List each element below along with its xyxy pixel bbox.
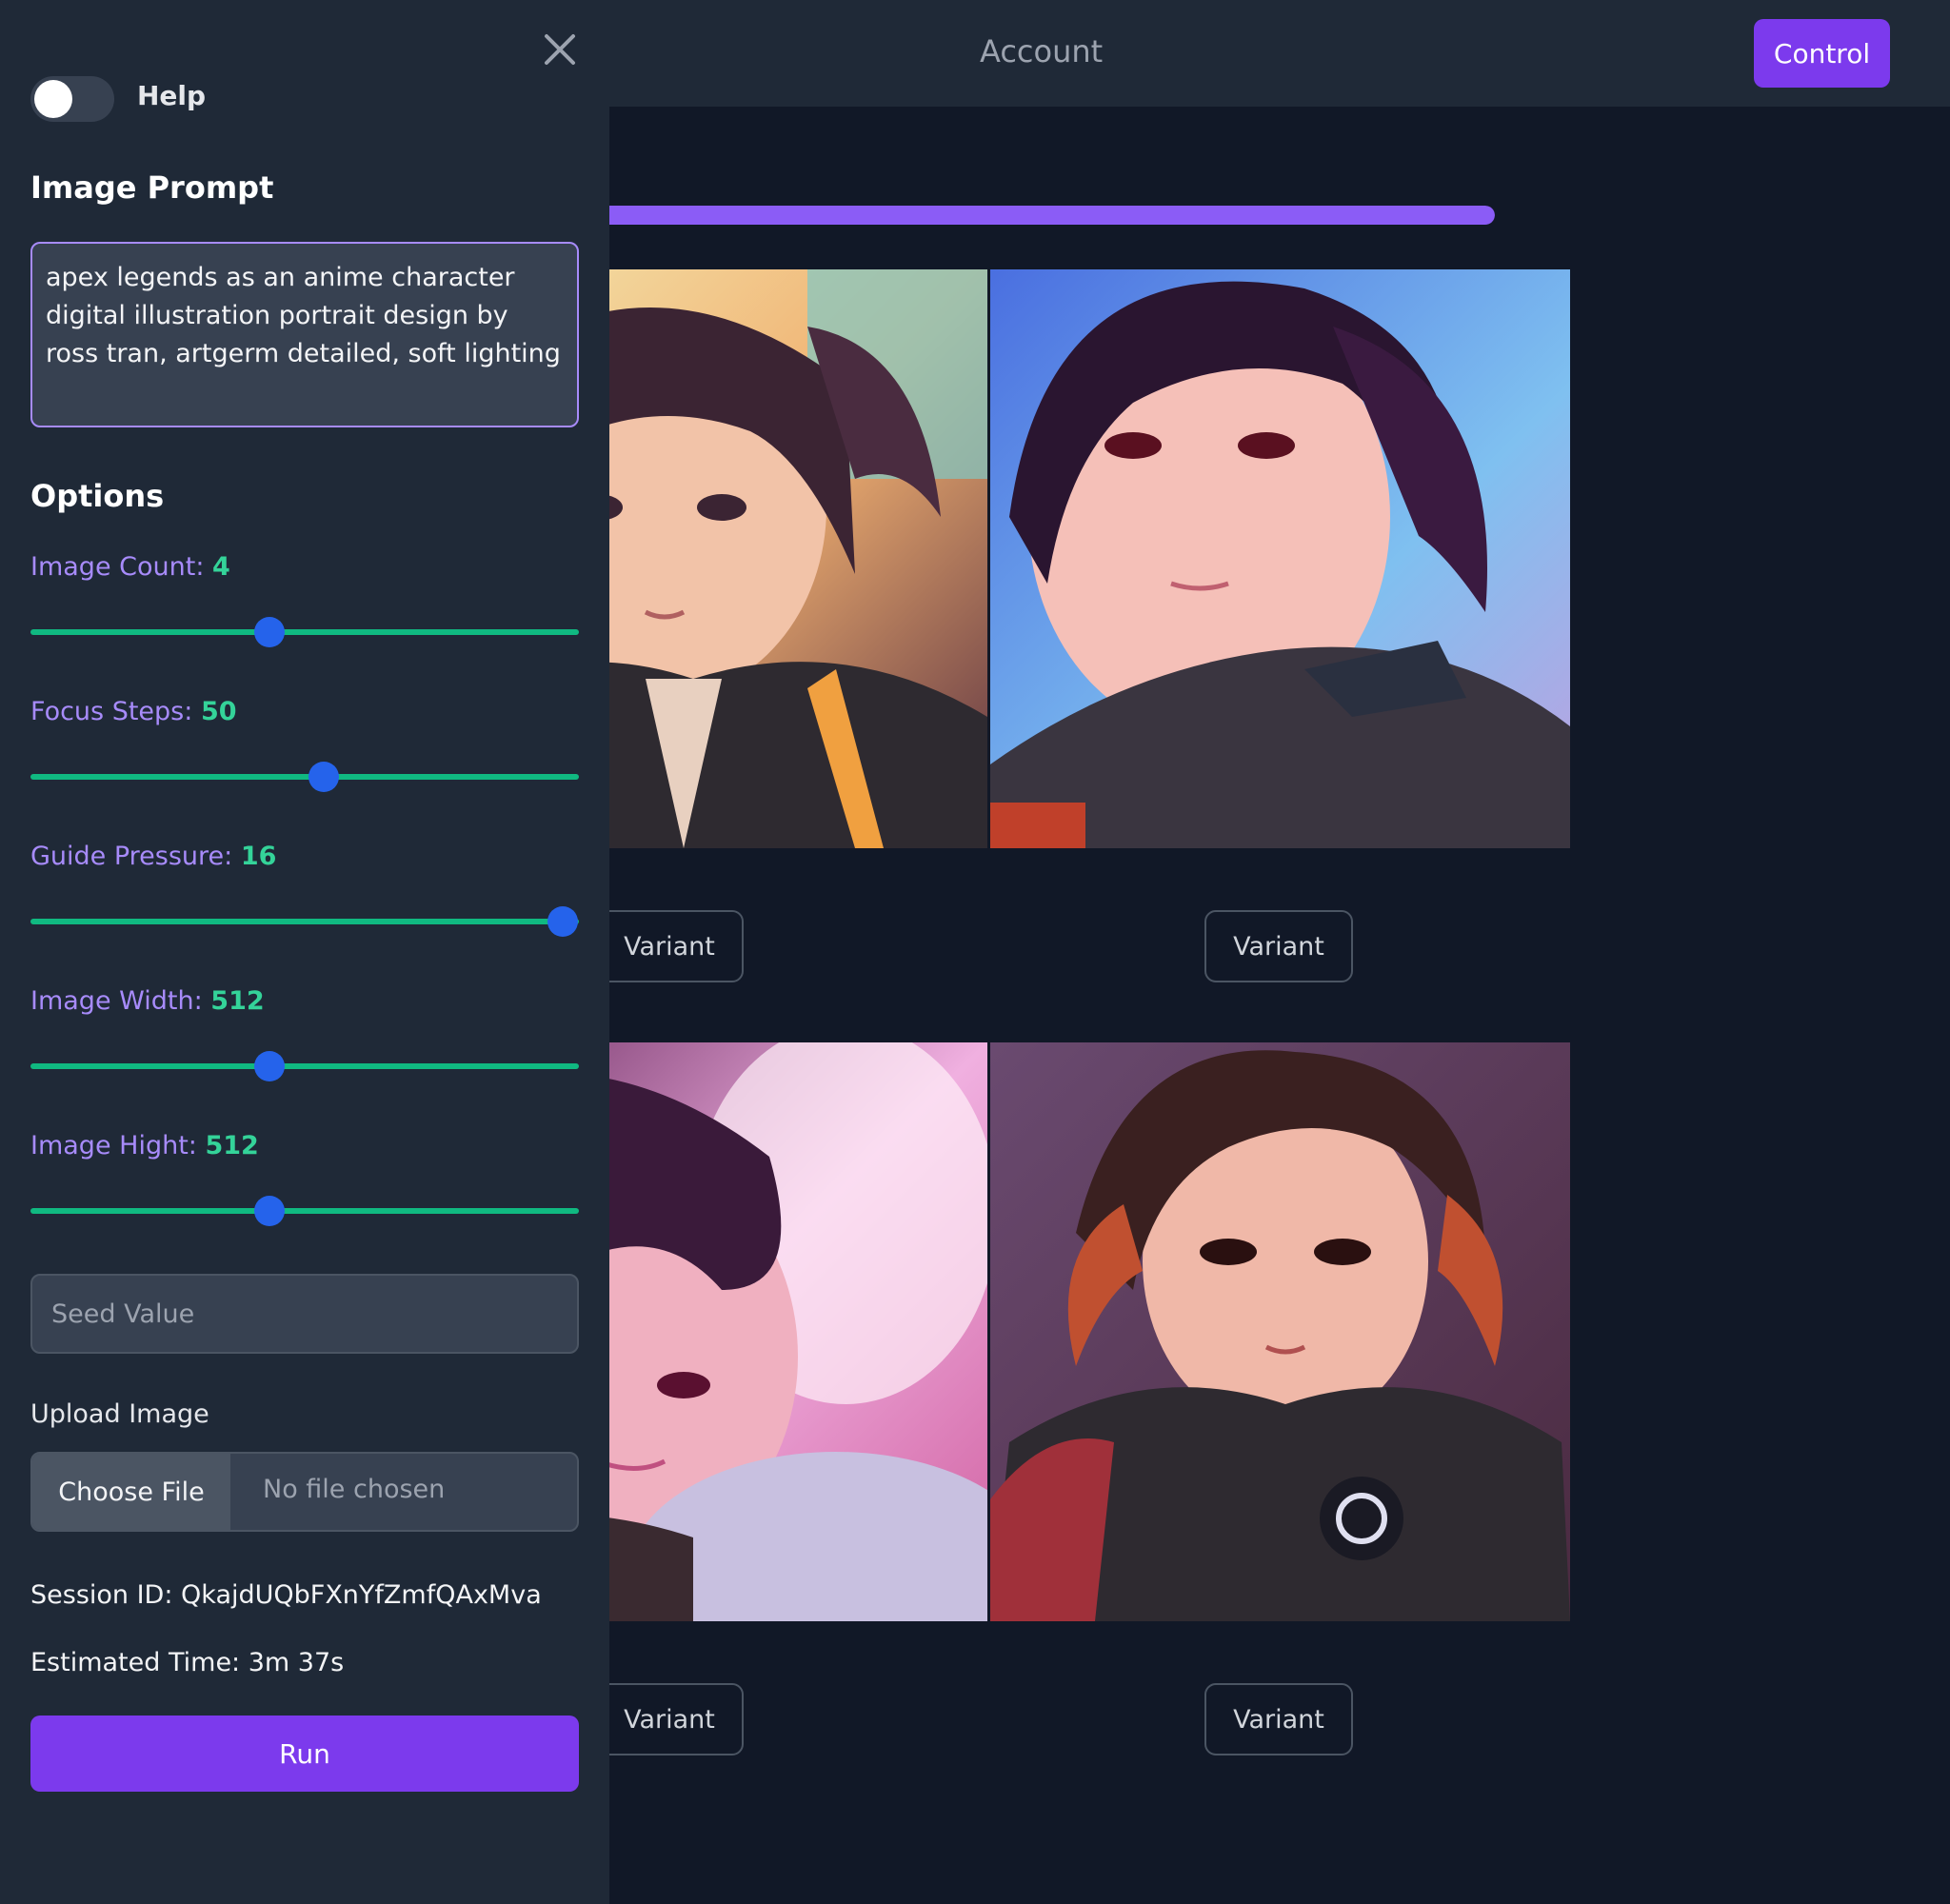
guide-pressure-label: Guide Pressure: 16 bbox=[30, 842, 276, 871]
option-value: 512 bbox=[210, 986, 265, 1016]
session-id-text: Session ID: QkajdUQbFXnYfZmfQAxMva bbox=[30, 1580, 542, 1610]
slider-track bbox=[30, 919, 579, 924]
option-label-text: Image Hight: bbox=[30, 1131, 197, 1160]
prompt-textarea[interactable]: apex legends as an anime character digit… bbox=[30, 242, 579, 427]
progress-bar bbox=[590, 206, 1495, 225]
slider-thumb[interactable] bbox=[547, 906, 578, 937]
slider-thumb[interactable] bbox=[253, 1051, 285, 1081]
slider-track bbox=[30, 1063, 579, 1069]
slider-track bbox=[30, 1208, 579, 1214]
slider-track bbox=[30, 629, 579, 635]
anime-portrait-image bbox=[990, 269, 1570, 848]
variant-button[interactable]: Variant bbox=[595, 910, 744, 982]
slider-thumb[interactable] bbox=[308, 762, 340, 792]
image-height-slider[interactable] bbox=[30, 1196, 579, 1226]
file-upload-field[interactable]: Choose File No file chosen bbox=[30, 1452, 579, 1532]
run-button[interactable]: Run bbox=[30, 1716, 579, 1792]
option-value: 50 bbox=[200, 697, 237, 726]
slider-thumb[interactable] bbox=[253, 617, 285, 647]
seed-value-input[interactable] bbox=[30, 1274, 579, 1354]
option-value: 4 bbox=[212, 552, 230, 582]
slider-track bbox=[30, 774, 579, 780]
close-icon[interactable] bbox=[543, 32, 577, 67]
option-label-text: Image Width: bbox=[30, 986, 203, 1016]
estimated-time-text: Estimated Time: 3m 37s bbox=[30, 1648, 345, 1677]
account-link[interactable]: Account bbox=[980, 33, 1103, 69]
choose-file-button[interactable]: Choose File bbox=[32, 1454, 230, 1530]
focus-steps-slider[interactable] bbox=[30, 762, 579, 792]
app-page: Account Control Variant Variant Variant … bbox=[0, 0, 1950, 1904]
option-label-text: Focus Steps: bbox=[30, 697, 193, 726]
option-value: 16 bbox=[240, 842, 277, 871]
variant-button[interactable]: Variant bbox=[1204, 910, 1353, 982]
option-label-text: Image Count: bbox=[30, 552, 205, 582]
options-sidebar: Help Image Prompt apex legends as an ani… bbox=[0, 0, 609, 1904]
generated-image-4[interactable] bbox=[990, 1042, 1570, 1621]
file-name-text: No file chosen bbox=[263, 1475, 446, 1504]
generated-image-2[interactable] bbox=[990, 269, 1570, 848]
help-label: Help bbox=[137, 80, 207, 111]
help-toggle[interactable] bbox=[30, 76, 114, 122]
progress-fill bbox=[590, 206, 1495, 225]
toggle-knob bbox=[34, 80, 72, 118]
slider-thumb[interactable] bbox=[253, 1196, 285, 1226]
option-value: 512 bbox=[205, 1131, 259, 1160]
image-width-slider[interactable] bbox=[30, 1051, 579, 1081]
option-label-text: Guide Pressure: bbox=[30, 842, 233, 871]
image-prompt-title: Image Prompt bbox=[30, 169, 274, 206]
image-width-label: Image Width: 512 bbox=[30, 986, 265, 1016]
options-title: Options bbox=[30, 478, 165, 514]
image-count-slider[interactable] bbox=[30, 617, 579, 647]
focus-steps-label: Focus Steps: 50 bbox=[30, 697, 237, 726]
anime-portrait-image bbox=[990, 1042, 1570, 1621]
image-count-label: Image Count: 4 bbox=[30, 552, 230, 582]
variant-button[interactable]: Variant bbox=[1204, 1683, 1353, 1755]
variant-button[interactable]: Variant bbox=[595, 1683, 744, 1755]
guide-pressure-slider[interactable] bbox=[30, 906, 579, 937]
control-button[interactable]: Control bbox=[1754, 19, 1890, 88]
image-height-label: Image Hight: 512 bbox=[30, 1131, 259, 1160]
upload-image-label: Upload Image bbox=[30, 1399, 209, 1429]
